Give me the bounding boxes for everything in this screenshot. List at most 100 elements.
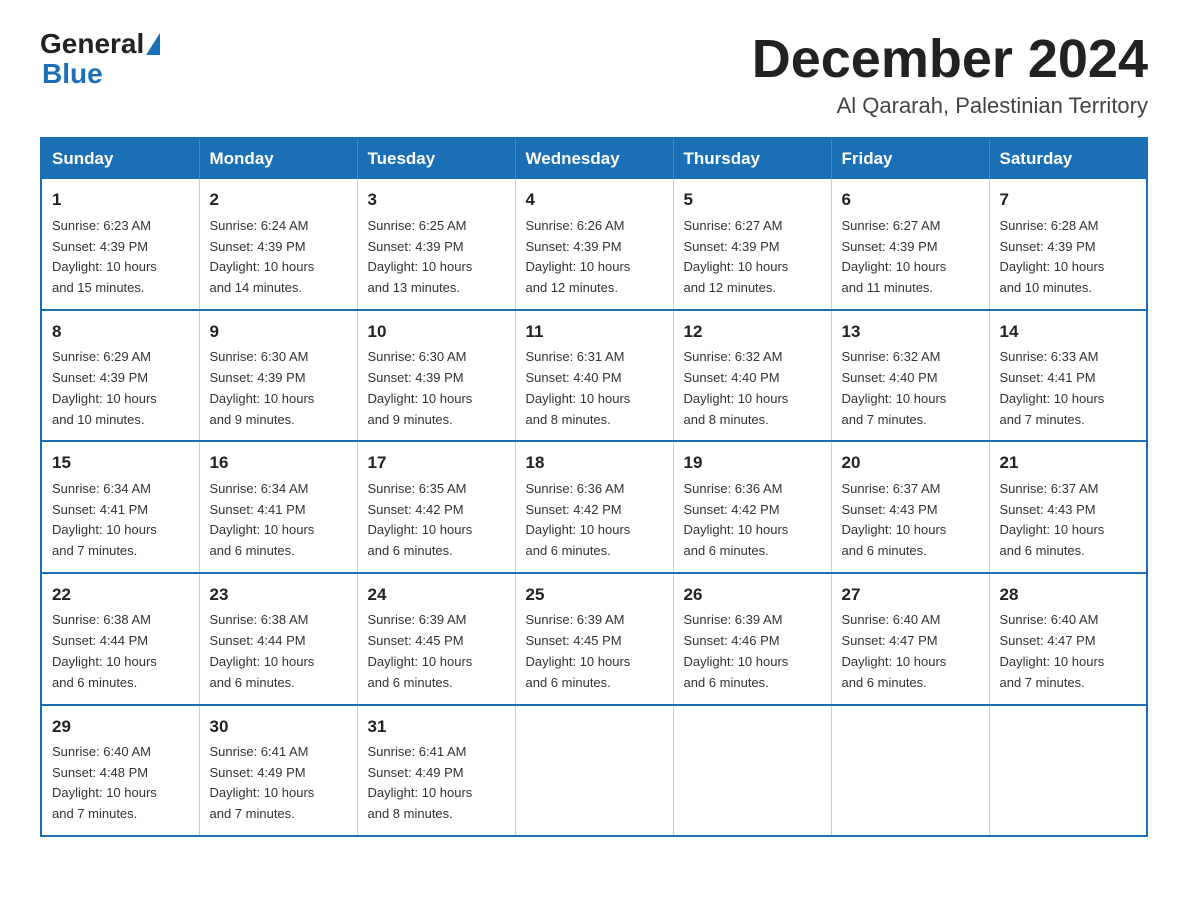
calendar-cell: 31Sunrise: 6:41 AMSunset: 4:49 PMDayligh… <box>357 705 515 837</box>
calendar-table: SundayMondayTuesdayWednesdayThursdayFrid… <box>40 137 1148 837</box>
day-number: 19 <box>684 450 821 476</box>
day-number: 20 <box>842 450 979 476</box>
calendar-cell: 2 Sunrise: 6:24 AMSunset: 4:39 PMDaylight… <box>199 179 357 310</box>
day-number: 14 <box>1000 319 1137 345</box>
day-info: Sunrise: 6:31 AMSunset: 4:40 PMDaylight:… <box>526 347 663 430</box>
calendar-cell: 23Sunrise: 6:38 AMSunset: 4:44 PMDayligh… <box>199 573 357 705</box>
calendar-cell <box>831 705 989 837</box>
calendar-cell: 12Sunrise: 6:32 AMSunset: 4:40 PMDayligh… <box>673 310 831 442</box>
day-number: 18 <box>526 450 663 476</box>
location-title: Al Qararah, Palestinian Territory <box>752 93 1148 119</box>
calendar-cell: 9Sunrise: 6:30 AMSunset: 4:39 PMDaylight… <box>199 310 357 442</box>
day-number: 5 <box>684 187 821 213</box>
weekday-header-monday: Monday <box>199 138 357 179</box>
calendar-cell: 14Sunrise: 6:33 AMSunset: 4:41 PMDayligh… <box>989 310 1147 442</box>
calendar-week-row: 8Sunrise: 6:29 AMSunset: 4:39 PMDaylight… <box>41 310 1147 442</box>
day-number: 25 <box>526 582 663 608</box>
calendar-week-row: 29Sunrise: 6:40 AMSunset: 4:48 PMDayligh… <box>41 705 1147 837</box>
day-number: 8 <box>52 319 189 345</box>
calendar-cell: 5 Sunrise: 6:27 AMSunset: 4:39 PMDaylight… <box>673 179 831 310</box>
calendar-cell: 30Sunrise: 6:41 AMSunset: 4:49 PMDayligh… <box>199 705 357 837</box>
day-info: Sunrise: 6:40 AMSunset: 4:47 PMDaylight:… <box>1000 610 1137 693</box>
day-info: Sunrise: 6:34 AMSunset: 4:41 PMDaylight:… <box>52 479 189 562</box>
day-info: Sunrise: 6:33 AMSunset: 4:41 PMDaylight:… <box>1000 347 1137 430</box>
weekday-header-sunday: Sunday <box>41 138 199 179</box>
day-number: 3 <box>368 187 505 213</box>
day-info: Sunrise: 6:24 AMSunset: 4:39 PMDaylight:… <box>210 216 347 299</box>
day-number: 10 <box>368 319 505 345</box>
day-info: Sunrise: 6:32 AMSunset: 4:40 PMDaylight:… <box>684 347 821 430</box>
day-number: 16 <box>210 450 347 476</box>
calendar-cell: 10Sunrise: 6:30 AMSunset: 4:39 PMDayligh… <box>357 310 515 442</box>
day-info: Sunrise: 6:27 AMSunset: 4:39 PMDaylight:… <box>684 216 821 299</box>
day-info: Sunrise: 6:36 AMSunset: 4:42 PMDaylight:… <box>684 479 821 562</box>
calendar-cell: 6 Sunrise: 6:27 AMSunset: 4:39 PMDaylight… <box>831 179 989 310</box>
day-number: 30 <box>210 714 347 740</box>
day-number: 23 <box>210 582 347 608</box>
calendar-cell <box>515 705 673 837</box>
calendar-cell <box>673 705 831 837</box>
day-number: 15 <box>52 450 189 476</box>
day-number: 7 <box>1000 187 1137 213</box>
title-block: December 2024 Al Qararah, Palestinian Te… <box>752 30 1148 119</box>
day-info: Sunrise: 6:38 AMSunset: 4:44 PMDaylight:… <box>210 610 347 693</box>
day-info: Sunrise: 6:40 AMSunset: 4:48 PMDaylight:… <box>52 742 189 825</box>
day-number: 1 <box>52 187 189 213</box>
day-info: Sunrise: 6:39 AMSunset: 4:45 PMDaylight:… <box>368 610 505 693</box>
day-number: 9 <box>210 319 347 345</box>
day-number: 12 <box>684 319 821 345</box>
day-number: 13 <box>842 319 979 345</box>
day-number: 26 <box>684 582 821 608</box>
calendar-cell: 13Sunrise: 6:32 AMSunset: 4:40 PMDayligh… <box>831 310 989 442</box>
calendar-cell: 25Sunrise: 6:39 AMSunset: 4:45 PMDayligh… <box>515 573 673 705</box>
weekday-header-saturday: Saturday <box>989 138 1147 179</box>
calendar-cell: 11Sunrise: 6:31 AMSunset: 4:40 PMDayligh… <box>515 310 673 442</box>
day-info: Sunrise: 6:26 AMSunset: 4:39 PMDaylight:… <box>526 216 663 299</box>
calendar-cell: 3 Sunrise: 6:25 AMSunset: 4:39 PMDaylight… <box>357 179 515 310</box>
day-info: Sunrise: 6:38 AMSunset: 4:44 PMDaylight:… <box>52 610 189 693</box>
calendar-cell: 29Sunrise: 6:40 AMSunset: 4:48 PMDayligh… <box>41 705 199 837</box>
day-info: Sunrise: 6:35 AMSunset: 4:42 PMDaylight:… <box>368 479 505 562</box>
month-title: December 2024 <box>752 30 1148 89</box>
logo-blue-text: Blue <box>42 58 103 89</box>
calendar-cell: 18 Sunrise: 6:36 AMSunset: 4:42 PMDayligh… <box>515 441 673 573</box>
day-number: 11 <box>526 319 663 345</box>
day-number: 6 <box>842 187 979 213</box>
day-number: 4 <box>526 187 663 213</box>
calendar-header-row: SundayMondayTuesdayWednesdayThursdayFrid… <box>41 138 1147 179</box>
weekday-header-tuesday: Tuesday <box>357 138 515 179</box>
calendar-cell: 20 Sunrise: 6:37 AMSunset: 4:43 PMDayligh… <box>831 441 989 573</box>
day-info: Sunrise: 6:36 AMSunset: 4:42 PMDaylight:… <box>526 479 663 562</box>
day-number: 21 <box>1000 450 1137 476</box>
page-header: General Blue December 2024 Al Qararah, P… <box>40 30 1148 119</box>
day-number: 28 <box>1000 582 1137 608</box>
day-number: 31 <box>368 714 505 740</box>
calendar-cell: 4 Sunrise: 6:26 AMSunset: 4:39 PMDaylight… <box>515 179 673 310</box>
day-info: Sunrise: 6:25 AMSunset: 4:39 PMDaylight:… <box>368 216 505 299</box>
calendar-cell: 7Sunrise: 6:28 AMSunset: 4:39 PMDaylight… <box>989 179 1147 310</box>
calendar-cell: 27Sunrise: 6:40 AMSunset: 4:47 PMDayligh… <box>831 573 989 705</box>
day-number: 17 <box>368 450 505 476</box>
day-number: 27 <box>842 582 979 608</box>
calendar-cell: 8Sunrise: 6:29 AMSunset: 4:39 PMDaylight… <box>41 310 199 442</box>
calendar-cell: 21 Sunrise: 6:37 AMSunset: 4:43 PMDayligh… <box>989 441 1147 573</box>
day-info: Sunrise: 6:37 AMSunset: 4:43 PMDaylight:… <box>842 479 979 562</box>
day-number: 2 <box>210 187 347 213</box>
day-info: Sunrise: 6:29 AMSunset: 4:39 PMDaylight:… <box>52 347 189 430</box>
day-number: 24 <box>368 582 505 608</box>
weekday-header-friday: Friday <box>831 138 989 179</box>
logo-general-text: General <box>40 30 144 58</box>
calendar-cell: 24Sunrise: 6:39 AMSunset: 4:45 PMDayligh… <box>357 573 515 705</box>
calendar-cell: 28Sunrise: 6:40 AMSunset: 4:47 PMDayligh… <box>989 573 1147 705</box>
day-info: Sunrise: 6:37 AMSunset: 4:43 PMDaylight:… <box>1000 479 1137 562</box>
day-info: Sunrise: 6:27 AMSunset: 4:39 PMDaylight:… <box>842 216 979 299</box>
calendar-cell: 22Sunrise: 6:38 AMSunset: 4:44 PMDayligh… <box>41 573 199 705</box>
calendar-cell: 17 Sunrise: 6:35 AMSunset: 4:42 PMDayligh… <box>357 441 515 573</box>
day-number: 29 <box>52 714 189 740</box>
day-info: Sunrise: 6:40 AMSunset: 4:47 PMDaylight:… <box>842 610 979 693</box>
day-info: Sunrise: 6:41 AMSunset: 4:49 PMDaylight:… <box>210 742 347 825</box>
day-info: Sunrise: 6:23 AMSunset: 4:39 PMDaylight:… <box>52 216 189 299</box>
weekday-header-wednesday: Wednesday <box>515 138 673 179</box>
calendar-cell: 1 Sunrise: 6:23 AMSunset: 4:39 PMDaylight… <box>41 179 199 310</box>
calendar-week-row: 22Sunrise: 6:38 AMSunset: 4:44 PMDayligh… <box>41 573 1147 705</box>
